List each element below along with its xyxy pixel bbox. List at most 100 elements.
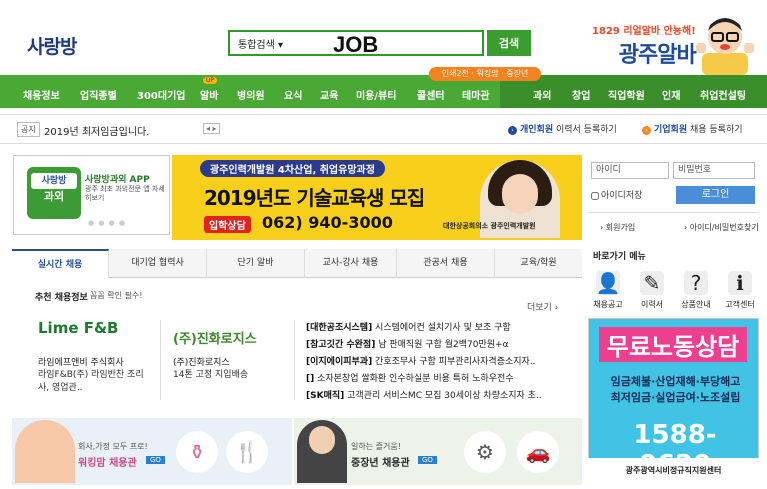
id-field[interactable]: 아이디 [591,162,669,179]
nav-item-parttime[interactable]: 알바 [200,87,218,102]
recommend-sub: 꼼꼼 확인 필수! [90,291,143,300]
carousel-dots[interactable]: ● ● ● ● [88,219,126,227]
company-desc: 라임F&B(주) 라임반찬 조리 [38,370,144,380]
nav-item-talent[interactable]: 인재 [662,87,680,102]
save-id-check[interactable] [591,191,599,200]
logo-korean: 사랑방 [27,35,77,58]
shortcut-products[interactable]: ? 상품안내 [676,271,716,310]
info-icon: ℹ [728,271,752,295]
save-id-label: 아이디저장 [601,191,643,201]
shortcut-support[interactable]: ℹ 고객센터 [720,271,760,310]
shortcut-resume[interactable]: ✎ 이력서 [632,271,672,310]
job-text: 시스템에어컨 설치기사 및 보조 구함 [372,323,511,333]
nav-item-vocational[interactable]: 직업학원 [608,87,645,102]
nav-item-callcenter[interactable]: 콜센터 [417,87,445,102]
tab-short-parttime[interactable]: 단기 알바 [207,249,305,278]
job-list-item[interactable]: [대한공조시스템] 시스템에어컨 설치기사 및 보조 구함 [306,320,511,333]
job-list-item[interactable]: [] 소자본창업 쌀화환 인수하실분 비용 특허 노하우전수 [306,371,514,384]
person-icon: 👤 [595,271,621,295]
save-id-checkbox[interactable]: 아이디저장 [591,188,642,201]
gear-icon: ⚙ [464,431,506,473]
job-tag: [SK매직] [306,391,345,401]
arrow-circle-icon: › [642,126,651,135]
go-button[interactable]: GO [418,456,437,464]
job-list-item[interactable]: [참고깃간 수완점] 남 판매직원 구함 월2백70만원+α [306,337,509,350]
nav-item-startup[interactable]: 창업 [572,87,590,102]
search-input[interactable]: 통합검색 ▾ [228,30,484,56]
search-scope-select[interactable]: 통합검색 ▾ [238,36,283,51]
tab-academy[interactable]: 교육/학원 [495,249,582,278]
nav-theme-popout[interactable]: 인쇄2천 · 워킹맘 · 중장년 [429,67,541,81]
banner-small-text: 일하는 즐거움! [351,442,401,451]
nav-item-education[interactable]: 교육 [320,87,338,102]
nav-item-food[interactable]: 요식 [284,87,302,102]
register-personal-rest: 이력서 등록하기 [553,125,617,135]
notice-tag: 공지 [17,122,40,137]
labor-ad-title: 무료노동상담 [599,327,747,362]
nav-item-by-industry[interactable]: 업직종별 [80,87,117,102]
tab-realtime[interactable]: 실시간 채용 [12,249,109,278]
nav-item-job-info[interactable]: 채용정보 [23,87,60,102]
search-button[interactable]: 검색 [487,30,531,56]
job-tag: [] [306,374,315,384]
company-desc: 사, 영업관.. [38,383,83,393]
brand-banner[interactable]: 1829 리얼알바 안뇽해! 광주알바 [592,22,697,69]
mom-child-image [15,420,75,483]
shortcut-job-posts[interactable]: 👤 채용공고 [588,271,628,310]
login-button[interactable]: 로그인 [676,186,755,204]
register-corp-bold: 기업회원 [654,125,688,135]
tab-teacher[interactable]: 교사-강사 채용 [305,249,397,278]
register-resume-link[interactable]: › 개인회원 이력서 등록하기 [508,122,617,135]
shortcut-label: 상품안내 [681,300,711,309]
nav-item-theme[interactable]: 테마관 [462,87,490,102]
labor-ad-line2: 최저임금·실업급여·노조설립 [610,391,741,404]
arrow-circle-icon: › [508,126,517,135]
more-link[interactable]: 더보기 › [527,300,558,313]
shortcut-label: 고객센터 [725,300,755,309]
nav-item-consulting[interactable]: 취업컨설팅 [700,87,746,102]
company-logo[interactable]: (주)진화로지스 [173,328,257,347]
job-tag: [이지에이피부과] [306,357,373,367]
divider [160,320,161,400]
banner-main-text: 워킹맘 채용관 [78,458,137,469]
banner-small-text: 회사,가정 모두 프로! [78,442,148,451]
man-image [297,420,347,483]
brand-title: 광주알바 [618,43,697,68]
job-text: 소자본창업 쌀화환 인수하실분 비용 특허 노하우전수 [314,374,514,384]
notice-text[interactable]: 2019년 최저임금입니다. [44,123,149,138]
job-list-item[interactable]: [SK매직] 고객관리 서비스MC 모집 30세이상 차량소지자 초.. [306,388,542,401]
labor-ad-org: 광주광역시비정규직지원센터 [588,458,759,483]
banner-org: 대한상공회의소 광주인력개발원 [443,222,536,230]
register-corp-rest: 채용 등록하기 [687,125,743,135]
go-button[interactable]: GO [146,456,165,464]
tab-public[interactable]: 관공서 채용 [397,249,495,278]
shortcut-label: 채용공고 [593,300,623,309]
company-logo[interactable]: Lime F&B [38,319,119,337]
nav-item-tutoring[interactable]: 과외 [533,87,551,102]
nav-item-hospital[interactable]: 병의원 [237,87,265,102]
find-account-link[interactable]: › 아이디/비밀번호찾기 [684,222,759,233]
tab-major-partner[interactable]: 대기업 협력사 [109,249,207,278]
register-personal-bold: 개인회원 [520,125,554,135]
brand-subtitle: 1829 리얼알바 안뇽해! [592,26,696,37]
company-name[interactable]: (주)진화로지스 [173,355,230,368]
job-tag: [참고깃간 수완점] [306,340,376,350]
company-name[interactable]: 라임에프앤비 주식회사 [38,355,124,368]
banner-phone: 062) 940-3000 [262,213,393,232]
labor-ad-line1: 임금체불·산업재해·부당해고 [610,375,741,388]
up-badge: UP [203,77,218,84]
app-logo: 사랑방 과외 [27,167,81,219]
nav-item-beauty[interactable]: 미용/뷰티 [356,87,396,102]
perfume-icon: ⚱ [176,431,218,473]
notice-arrows[interactable]: ◂ ▸ [203,123,220,134]
nav-item-top300[interactable]: 300대기업 [137,87,185,102]
app-title: 사랑방과외 APP [85,175,150,185]
banner-main-text: 중장년 채용관 [351,458,410,469]
register-job-link[interactable]: › 기업회원 채용 등록하기 [642,122,743,135]
question-icon: ? [684,271,708,295]
join-link[interactable]: › 회원가입 [600,222,635,233]
job-list-item[interactable]: [이지에이피부과] 간호조무사 구함 피부관리사자격증소지자.. [306,354,536,367]
site-logo[interactable]: 사랑방 JOB [27,30,378,60]
password-field[interactable]: 비밀번호 [673,162,755,179]
app-logo-bottom: 과외 [43,190,65,203]
